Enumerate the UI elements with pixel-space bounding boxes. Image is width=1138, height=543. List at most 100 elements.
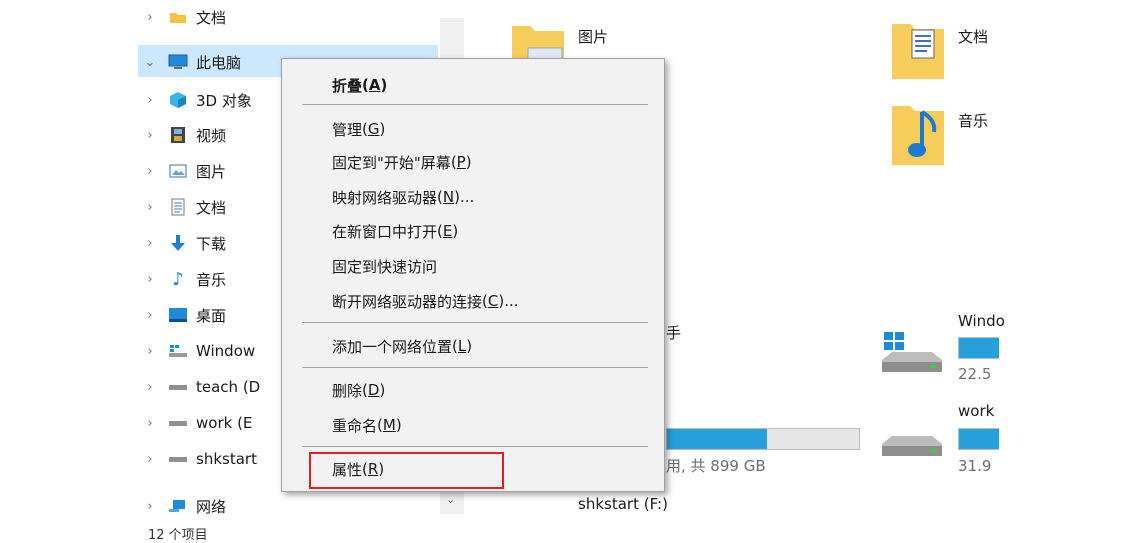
menu-item-label: 映射网络驱动器 bbox=[332, 188, 438, 207]
menu-item-label: 断开网络驱动器的连接 bbox=[332, 292, 483, 311]
menu-item-label: 在新窗口中打开 bbox=[332, 222, 438, 241]
drive-label: work bbox=[958, 402, 995, 420]
folder-label: 图片 bbox=[578, 28, 609, 46]
nav-item-label: 图片 bbox=[196, 162, 227, 181]
drive-usage-bar bbox=[958, 337, 999, 359]
nav-item-documents[interactable]: › 文档 bbox=[140, 192, 226, 222]
menu-item-manage[interactable]: 管理(G) bbox=[332, 115, 385, 143]
windows-drive-icon bbox=[882, 332, 942, 372]
chevron-right-icon[interactable]: › bbox=[140, 308, 160, 323]
menu-separator bbox=[302, 367, 648, 368]
desktop-icon bbox=[168, 306, 188, 324]
drive-size-text: 22.5 bbox=[958, 365, 992, 383]
menu-item-label: 重命名 bbox=[332, 416, 378, 435]
menu-item-label: 固定到"开始"屏幕 bbox=[332, 153, 451, 172]
chevron-right-icon[interactable]: › bbox=[140, 128, 160, 143]
menu-item-accelerator: A bbox=[368, 76, 381, 94]
menu-item-accelerator: P bbox=[456, 153, 466, 171]
menu-item-pin-start[interactable]: 固定到"开始"屏幕(P) bbox=[332, 148, 472, 176]
work-drive[interactable] bbox=[880, 426, 944, 470]
chevron-right-icon[interactable]: › bbox=[140, 344, 160, 359]
drive-usage-fill bbox=[959, 338, 999, 358]
folder-icon bbox=[168, 8, 188, 26]
drive-usage-fill bbox=[959, 429, 999, 449]
menu-item-open-new-window[interactable]: 在新窗口中打开(E) bbox=[332, 217, 458, 245]
drive-icon bbox=[882, 436, 942, 456]
menu-item-accelerator: N bbox=[442, 188, 455, 206]
drive-label: Windo bbox=[958, 312, 1005, 330]
nav-item-network[interactable]: › 网络 bbox=[140, 491, 226, 521]
chevron-right-icon[interactable]: › bbox=[140, 272, 160, 287]
windows-drive[interactable] bbox=[880, 330, 944, 384]
menu-item-accelerator: L bbox=[457, 337, 467, 355]
menu-item-label: 固定到快速访问 bbox=[332, 257, 438, 276]
nav-item-documents-top[interactable]: › 文档 bbox=[140, 2, 226, 32]
menu-item-add-network-location[interactable]: 添加一个网络位置(L) bbox=[332, 332, 472, 360]
nav-item-label: shkstart bbox=[196, 450, 257, 468]
menu-item-accelerator: G bbox=[367, 120, 380, 138]
chevron-right-icon[interactable]: › bbox=[140, 380, 160, 395]
menu-item-ellipsis: ... bbox=[459, 188, 475, 206]
drive-usage-bar bbox=[958, 428, 999, 450]
drive-icon bbox=[168, 378, 188, 396]
menu-item-rename[interactable]: 重命名(M) bbox=[332, 411, 402, 439]
menu-separator bbox=[302, 104, 648, 105]
windows-drive-icon bbox=[168, 342, 188, 360]
chevron-right-icon[interactable]: › bbox=[140, 93, 160, 108]
menu-item-disconnect-drive[interactable]: 断开网络驱动器的连接(C)... bbox=[332, 287, 519, 315]
drive-usage-bar bbox=[666, 428, 860, 450]
context-menu: 折叠(A) 管理(G) 固定到"开始"屏幕(P) 映射网络驱动器(N)... 在… bbox=[281, 58, 665, 492]
chevron-right-icon[interactable]: › bbox=[140, 499, 160, 514]
nav-item-videos[interactable]: › 视频 bbox=[140, 120, 226, 150]
nav-item-this-pc[interactable]: ⌄ 此电脑 bbox=[140, 47, 241, 77]
menu-item-label: 管理 bbox=[332, 120, 363, 139]
nav-item-3d-objects[interactable]: › 3D 对象 bbox=[140, 85, 251, 115]
nav-item-teach-drive[interactable]: › teach (D bbox=[140, 372, 260, 402]
nav-item-downloads[interactable]: › 下载 bbox=[140, 228, 226, 258]
nav-item-label: 桌面 bbox=[196, 306, 227, 325]
chevron-right-icon[interactable]: › bbox=[140, 416, 160, 431]
drive-usage-fill bbox=[667, 429, 767, 449]
download-arrow-icon bbox=[168, 234, 188, 252]
nav-item-label: 网络 bbox=[196, 497, 227, 516]
chevron-right-icon[interactable]: › bbox=[140, 200, 160, 215]
nav-item-label: Window bbox=[196, 342, 256, 360]
menu-item-accelerator: M bbox=[382, 416, 396, 434]
chevron-right-icon[interactable]: › bbox=[140, 452, 160, 467]
nav-item-work-drive[interactable]: › work (E bbox=[140, 408, 252, 438]
chevron-right-icon[interactable]: › bbox=[140, 236, 160, 251]
menu-item-accelerator: C bbox=[487, 292, 499, 310]
nav-item-shkstart-drive[interactable]: › shkstart bbox=[140, 444, 257, 474]
folder-documents[interactable] bbox=[890, 18, 946, 86]
nav-item-windows-drive[interactable]: › Window bbox=[140, 336, 255, 366]
folder-music[interactable] bbox=[890, 100, 946, 172]
nav-item-music[interactable]: › ♪ 音乐 bbox=[140, 264, 226, 294]
nav-item-label: teach (D bbox=[196, 378, 261, 396]
cube-icon bbox=[168, 91, 188, 109]
menu-item-map-drive[interactable]: 映射网络驱动器(N)... bbox=[332, 183, 474, 211]
menu-item-label: 添加一个网络位置 bbox=[332, 337, 453, 356]
folder-label: 文档 bbox=[958, 28, 989, 46]
menu-item-label: 删除 bbox=[332, 381, 363, 400]
nav-item-label: 下载 bbox=[196, 234, 227, 253]
nav-item-label: 视频 bbox=[196, 126, 227, 145]
menu-item-collapse[interactable]: 折叠(A) bbox=[332, 71, 387, 99]
menu-separator bbox=[302, 446, 648, 447]
nav-item-label: 文档 bbox=[196, 8, 227, 27]
menu-item-accelerator: E bbox=[442, 222, 453, 240]
film-icon bbox=[168, 126, 188, 144]
chevron-down-icon[interactable]: ⌄ bbox=[140, 55, 160, 70]
menu-item-delete[interactable]: 删除(D) bbox=[332, 376, 385, 404]
menu-item-label: 折叠 bbox=[332, 76, 363, 95]
menu-item-pin-quick-access[interactable]: 固定到快速访问 bbox=[332, 252, 437, 280]
drive-icon bbox=[168, 450, 188, 468]
chevron-right-icon[interactable]: › bbox=[140, 164, 160, 179]
nav-item-desktop[interactable]: › 桌面 bbox=[140, 300, 226, 330]
folder-label: 音乐 bbox=[958, 112, 989, 130]
music-note-icon: ♪ bbox=[172, 268, 184, 290]
nav-item-pictures[interactable]: › 图片 bbox=[140, 156, 226, 186]
chevron-down-icon[interactable]: ⌄ bbox=[446, 493, 455, 506]
nav-item-label: 音乐 bbox=[196, 270, 227, 289]
status-item-count: 12 个项目 bbox=[148, 528, 208, 543]
chevron-right-icon[interactable]: › bbox=[140, 10, 160, 25]
